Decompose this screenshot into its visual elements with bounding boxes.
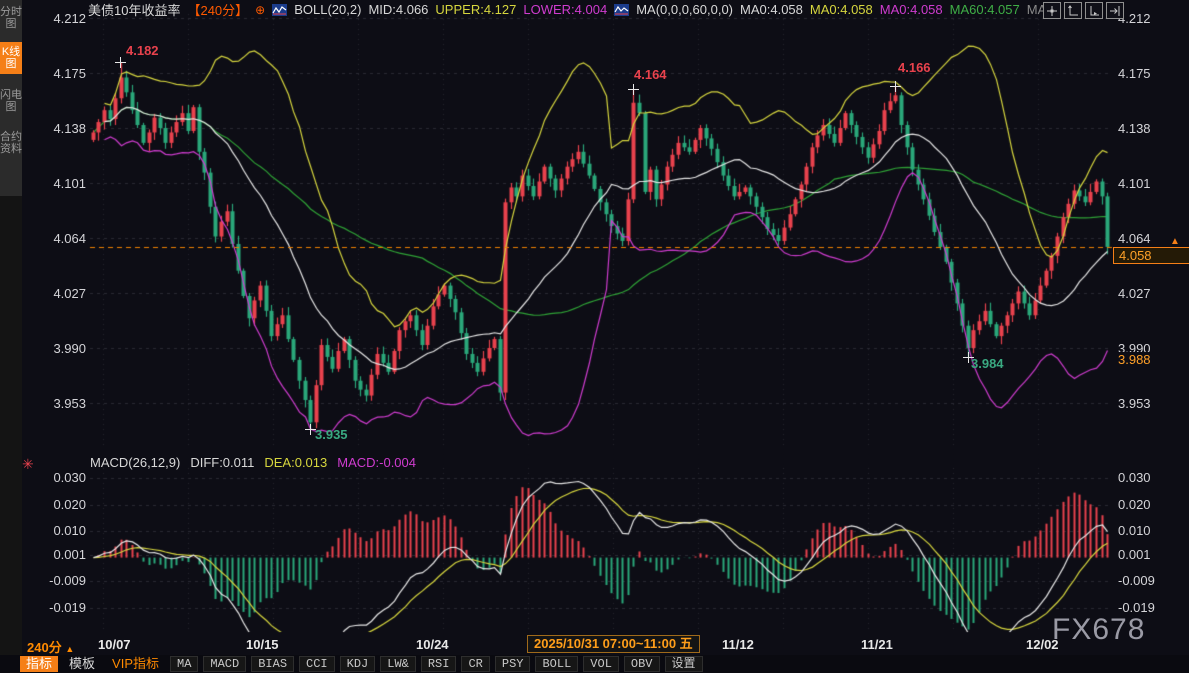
- toolbar-indicators-button[interactable]: 指标: [20, 656, 58, 672]
- jump-latest-icon[interactable]: [1106, 2, 1124, 19]
- price-annotation-low: 3.935: [315, 427, 348, 442]
- instrument-title: 美债10年收益率: [88, 0, 180, 19]
- peak-marker: [115, 57, 126, 68]
- macd-header: MACD(26,12,9) DIFF:0.011 DEA:0.013 MACD:…: [90, 455, 416, 470]
- macd-axis-label: -0.009: [34, 573, 86, 588]
- indicator-toolbar: 指标 模板 VIP指标 MA MACD BIAS CCI KDJ LW& RSI…: [0, 655, 1189, 673]
- toolbar-lw-button[interactable]: LW&: [380, 656, 416, 672]
- ma0-magenta-value: MA0:4.058: [880, 2, 943, 17]
- toolbar-vip-indicators-button[interactable]: VIP指标: [106, 656, 165, 672]
- toolbar-psy-button[interactable]: PSY: [495, 656, 531, 672]
- timeframe-selector[interactable]: 240分 ▲: [27, 637, 74, 656]
- toolbar-rsi-button[interactable]: RSI: [421, 656, 457, 672]
- macd-axis-label: 0.001: [34, 547, 86, 562]
- macd-label: MACD(26,12,9): [90, 455, 180, 470]
- chart-header: 美债10年收益率 【240分】 ⊕ BOLL(20,2) MID:4.066 U…: [88, 2, 1057, 17]
- price-arrow-icon: ▲: [1170, 236, 1180, 247]
- x-axis-date: 10/15: [246, 637, 279, 652]
- y-axis-label: 4.212: [34, 11, 86, 26]
- y-axis-label-right: 4.101: [1118, 176, 1180, 191]
- y-axis-label: 4.175: [34, 66, 86, 81]
- y-axis-label: 4.027: [34, 286, 86, 301]
- toolbar-kdj-button[interactable]: KDJ: [340, 656, 376, 672]
- ma-indicator-icon[interactable]: [614, 4, 629, 16]
- boll-mid-value: MID:4.066: [368, 2, 428, 17]
- macd-axis-label: -0.019: [34, 600, 86, 615]
- x-axis-date: 10/24: [416, 637, 449, 652]
- period-adjust-icon[interactable]: ⊕: [255, 3, 265, 17]
- macd-diff-value: DIFF:0.011: [190, 455, 254, 470]
- pan-tool-icon[interactable]: [1043, 2, 1061, 19]
- ma-label: MA(0,0,0,60,0,0): [636, 2, 733, 17]
- ma0-white-value: MA0:4.058: [740, 2, 803, 17]
- watermark: FX678: [1052, 613, 1145, 647]
- x-axis-date: 12/02: [1026, 637, 1059, 652]
- toolbar-cr-button[interactable]: CR: [461, 656, 489, 672]
- secondary-price-tag: 3.988: [1118, 352, 1151, 367]
- toolbar-bias-button[interactable]: BIAS: [251, 656, 294, 672]
- chart-tool-icons: [1043, 2, 1124, 19]
- current-price-tag: 4.058: [1113, 247, 1189, 264]
- y-axis-label-right: 3.953: [1118, 396, 1180, 411]
- y-axis-label: 4.138: [34, 121, 86, 136]
- indicator-alert-icon[interactable]: ✳: [22, 456, 34, 473]
- toolbar-vol-button[interactable]: VOL: [583, 656, 619, 672]
- toolbar-cci-button[interactable]: CCI: [299, 656, 335, 672]
- macd-macd-value: MACD:-0.004: [337, 455, 416, 470]
- y-axis-label-right: 4.175: [1118, 66, 1180, 81]
- chart-app: 分时图 K线图 闪电图 合约资料 美债10年收益率 【240分】 ⊕ BOLL(…: [0, 0, 1189, 673]
- toolbar-settings-button[interactable]: 设置: [665, 656, 703, 672]
- timeframe-label: 240分: [27, 640, 62, 655]
- period-tag[interactable]: 【240分】: [187, 0, 248, 19]
- macd-axis-label-right: 0.030: [1118, 470, 1180, 485]
- macd-axis-label: 0.010: [34, 523, 86, 538]
- sidebar-item-kline-chart[interactable]: K线图: [0, 42, 22, 74]
- boll-indicator-icon[interactable]: [272, 4, 287, 16]
- y-axis-label: 3.990: [34, 341, 86, 356]
- toolbar-obv-button[interactable]: OBV: [624, 656, 660, 672]
- boll-upper-value: UPPER:4.127: [435, 2, 516, 17]
- sidebar-item-contract-info[interactable]: 合约资料: [0, 127, 22, 159]
- y-scale-icon[interactable]: [1064, 2, 1082, 19]
- macd-axis-label-right: -0.009: [1118, 573, 1180, 588]
- ma0-yellow-value: MA0:4.058: [810, 2, 873, 17]
- macd-axis-label: 0.020: [34, 497, 86, 512]
- toolbar-macd-button[interactable]: MACD: [203, 656, 246, 672]
- x-axis-date: 10/07: [98, 637, 131, 652]
- timeframe-caret-icon: ▲: [65, 644, 74, 654]
- toolbar-ma-button[interactable]: MA: [170, 656, 198, 672]
- price-annotation-low: 3.984: [971, 356, 1004, 371]
- macd-axis-label-right: 0.020: [1118, 497, 1180, 512]
- price-annotation-high: 4.182: [126, 43, 159, 58]
- ma60-value: MA60:4.057: [950, 2, 1020, 17]
- y-axis-label-right: 4.138: [1118, 121, 1180, 136]
- price-annotation-high: 4.166: [898, 60, 931, 75]
- chart-canvas[interactable]: [0, 0, 1189, 673]
- boll-label: BOLL(20,2): [294, 2, 361, 17]
- sidebar-item-flash-chart[interactable]: 闪电图: [0, 85, 22, 117]
- peak-marker: [890, 81, 901, 92]
- y-axis-label: 3.953: [34, 396, 86, 411]
- x-scale-icon[interactable]: [1085, 2, 1103, 19]
- y-axis-label: 4.064: [34, 231, 86, 246]
- price-annotation-high: 4.164: [634, 67, 667, 82]
- y-axis-label-right: 4.212: [1118, 11, 1180, 26]
- sidebar: 分时图 K线图 闪电图 合约资料: [0, 0, 22, 673]
- sidebar-item-time-chart[interactable]: 分时图: [0, 2, 22, 34]
- y-axis-label-right: 4.027: [1118, 286, 1180, 301]
- x-axis-date: 11/21: [861, 637, 893, 652]
- macd-dea-value: DEA:0.013: [264, 455, 327, 470]
- macd-axis-label: 0.030: [34, 470, 86, 485]
- macd-axis-label-right: 0.001: [1118, 547, 1180, 562]
- y-axis-label: 4.101: [34, 176, 86, 191]
- peak-marker: [628, 84, 639, 95]
- toolbar-boll-button[interactable]: BOLL: [535, 656, 578, 672]
- macd-axis-label-right: 0.010: [1118, 523, 1180, 538]
- boll-lower-value: LOWER:4.004: [523, 2, 607, 17]
- x-axis-date: 11/12: [722, 637, 754, 652]
- macd-axis-label-right: -0.019: [1118, 600, 1180, 615]
- toolbar-template-button[interactable]: 模板: [63, 656, 101, 672]
- crosshair-date-tag: 2025/10/31 07:00~11:00 五: [527, 635, 700, 653]
